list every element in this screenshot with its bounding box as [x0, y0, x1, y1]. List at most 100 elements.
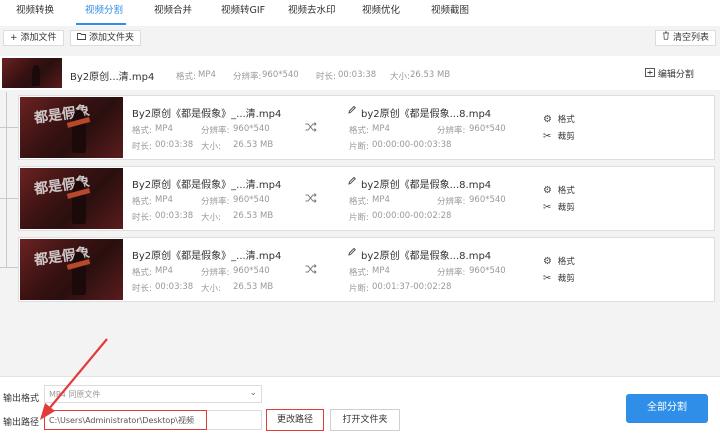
segment-format-value: MP4 — [155, 124, 173, 134]
tab-video-merge[interactable]: 视频合并 — [154, 0, 192, 25]
segment-resolution-label: 分辨率: — [201, 126, 230, 136]
tab-video-optimize[interactable]: 视频优化 — [362, 0, 400, 25]
segment-row[interactable]: 都是假象 By2原创《都是假象》_...清.mp4 格式: MP4 分辨率: 960*54… — [18, 166, 715, 231]
rename-output-button[interactable] — [348, 105, 356, 117]
format-button[interactable]: ⚙ 格式 — [543, 184, 575, 196]
scissors-icon: ✂ — [543, 131, 552, 142]
tab-remove-watermark[interactable]: 视频去水印 — [288, 0, 336, 25]
segment-output-name: by2原创《都是假象...8.mp4 — [361, 251, 492, 262]
toolbar: + 添加文件 添加文件夹 清空列表 — [0, 26, 720, 50]
tab-video-to-gif[interactable]: 视频转GIF — [221, 0, 265, 25]
crop-label: 裁剪 — [557, 203, 575, 213]
pencil-icon — [348, 105, 356, 117]
segment-thumbnail: 都是假象 — [20, 239, 123, 300]
source-size-label: 大小: — [390, 72, 410, 82]
crop-label: 裁剪 — [557, 274, 575, 284]
crop-label: 裁剪 — [557, 132, 575, 142]
segment-size-value: 26.53 MB — [233, 211, 274, 221]
format-button[interactable]: ⚙ 格式 — [543, 113, 575, 125]
segment-duration-label: 时长: — [132, 213, 152, 223]
edit-split-label: 编辑分割 — [657, 70, 694, 80]
segment-format-label: 格式: — [132, 197, 152, 207]
segment-output-format-value: MP4 — [372, 195, 390, 205]
segment-size-value: 26.53 MB — [233, 140, 274, 150]
shuffle-icon — [305, 264, 317, 277]
tab-video-split[interactable]: 视频分割 — [76, 0, 126, 25]
segment-row[interactable]: 都是假象 By2原创《都是假象》_...清.mp4 格式: MP4 分辨率: 960*54… — [18, 95, 715, 160]
format-label: 格式 — [557, 115, 575, 125]
output-path-label: 输出路径 — [3, 418, 40, 428]
segment-duration-label: 时长: — [132, 284, 152, 294]
gear-icon: ⚙ — [543, 185, 552, 196]
segment-thumbnail: 都是假象 — [20, 97, 123, 158]
crop-button[interactable]: ✂ 裁剪 — [543, 201, 575, 213]
add-folder-button[interactable]: 添加文件夹 — [70, 30, 142, 46]
active-tab-indicator — [76, 23, 126, 25]
segment-output-resolution-value: 960*540 — [469, 195, 506, 205]
source-resolution-label: 分辨率: — [233, 72, 262, 82]
segment-output-format-label: 格式: — [349, 268, 369, 278]
segment-source-name: By2原创《都是假象》_...清.mp4 — [132, 180, 282, 191]
source-size-value: 26.53 MB — [410, 70, 451, 80]
folder-icon — [77, 31, 86, 46]
source-duration-label: 时长: — [316, 72, 336, 82]
format-button[interactable]: ⚙ 格式 — [543, 255, 575, 267]
segment-size-value: 26.53 MB — [233, 282, 274, 292]
clear-list-button[interactable]: 清空列表 — [655, 30, 717, 46]
tab-video-split-label: 视频分割 — [85, 5, 124, 16]
segment-clip-label: 片断: — [349, 284, 369, 294]
output-format-select[interactable]: MP4 同原文件 ⌄ — [44, 385, 262, 403]
tab-video-convert[interactable]: 视频转换 — [16, 0, 54, 25]
thumbnail-figure — [32, 64, 41, 86]
thumbnail-figure — [71, 110, 86, 154]
segment-format-label: 格式: — [132, 126, 152, 136]
output-path-input[interactable]: C:\Users\Administrator\Desktop\视频 — [44, 410, 207, 430]
rename-output-button[interactable] — [348, 176, 356, 188]
segment-output-format-value: MP4 — [372, 266, 390, 276]
segment-output-resolution-value: 960*540 — [469, 266, 506, 276]
change-path-button[interactable]: 更改路径 — [266, 409, 324, 431]
add-folder-label: 添加文件夹 — [89, 33, 135, 43]
source-video-row[interactable]: By2原创...清.mp4 格式: MP4 分辨率: 960*540 时长: 0… — [0, 56, 720, 90]
pencil-icon — [348, 176, 356, 188]
segment-row[interactable]: 都是假象 By2原创《都是假象》_...清.mp4 格式: MP4 分辨率: 960*54… — [18, 237, 715, 302]
segment-output-resolution-label: 分辨率: — [437, 268, 466, 278]
split-all-button[interactable]: 全部分割 — [626, 394, 708, 423]
segment-output-format-label: 格式: — [349, 197, 369, 207]
segment-tree-connector — [0, 92, 18, 272]
segment-output-resolution-value: 960*540 — [469, 124, 506, 134]
segment-source-name: By2原创《都是假象》_...清.mp4 — [132, 109, 282, 120]
segment-resolution-label: 分辨率: — [201, 197, 230, 207]
output-format-value: MP4 同原文件 — [49, 390, 101, 399]
output-path-value: C:\Users\Administrator\Desktop\视频 — [49, 416, 194, 425]
pencil-icon — [348, 247, 356, 259]
shuffle-icon — [305, 193, 317, 206]
segment-resolution-value: 960*540 — [233, 195, 270, 205]
segment-clip-label: 片断: — [349, 142, 369, 152]
source-resolution-value: 960*540 — [262, 70, 299, 80]
segment-clip-range: 00:00:00-00:02:28 — [372, 211, 452, 221]
tab-video-screenshot[interactable]: 视频截图 — [431, 0, 469, 25]
add-file-button[interactable]: + 添加文件 — [3, 30, 64, 46]
segment-source-name: By2原创《都是假象》_...清.mp4 — [132, 251, 282, 262]
crop-button[interactable]: ✂ 裁剪 — [543, 130, 575, 142]
crop-button[interactable]: ✂ 裁剪 — [543, 272, 575, 284]
segment-size-label: 大小: — [201, 142, 221, 152]
segment-format-value: MP4 — [155, 266, 173, 276]
source-thumbnail — [2, 58, 62, 88]
segment-size-label: 大小: — [201, 284, 221, 294]
edit-split-button[interactable]: 编辑分割 — [645, 67, 694, 80]
segment-output-format-value: MP4 — [372, 124, 390, 134]
segment-resolution-value: 960*540 — [233, 266, 270, 276]
gear-icon: ⚙ — [543, 256, 552, 267]
open-folder-button[interactable]: 打开文件夹 — [330, 409, 400, 431]
plus-icon: + — [10, 33, 18, 43]
source-file-name: By2原创...清.mp4 — [70, 72, 155, 83]
gear-icon: ⚙ — [543, 114, 552, 125]
rename-output-button[interactable] — [348, 247, 356, 259]
segment-clip-range: 00:00:00-00:03:38 — [372, 140, 452, 150]
segment-resolution-value: 960*540 — [233, 124, 270, 134]
scissors-icon: ✂ — [543, 202, 552, 213]
output-path-input-extension[interactable] — [207, 410, 262, 430]
segment-output-resolution-label: 分辨率: — [437, 126, 466, 136]
